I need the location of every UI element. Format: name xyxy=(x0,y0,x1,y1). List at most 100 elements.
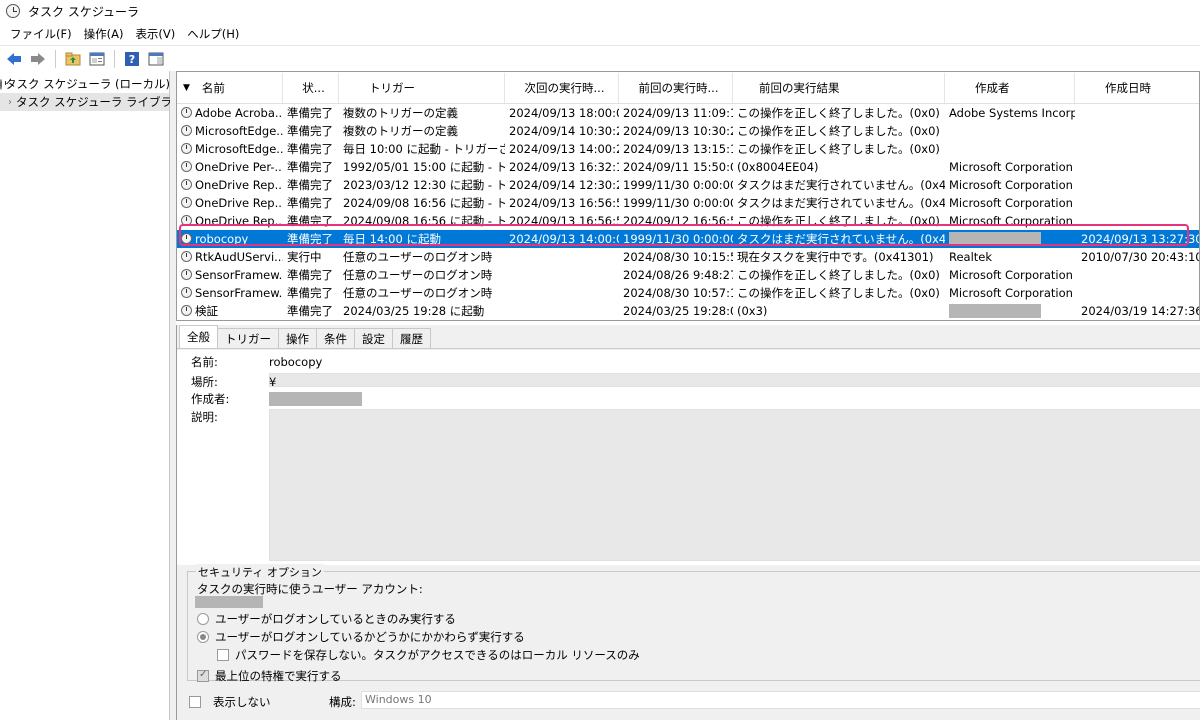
column-header-next-run[interactable]: 次回の実行時... xyxy=(505,73,619,103)
task-trigger-cell: 2023/03/12 12:30 に起動 - トリ... xyxy=(343,178,505,192)
properties-icon[interactable] xyxy=(87,49,107,69)
task-clock-icon xyxy=(181,269,192,280)
task-created-cell: 2024/03/19 14:27:36 xyxy=(1081,304,1199,318)
task-trigger-cell: 2024/09/08 16:56 に起動 - トリ... xyxy=(343,196,505,210)
task-next-cell: 2024/09/14 10:30:20 xyxy=(509,124,619,138)
configure-for-select[interactable]: Windows 10 xyxy=(361,691,1200,709)
task-status-cell: 準備完了 xyxy=(287,214,333,228)
description-field[interactable] xyxy=(269,409,1200,561)
task-row[interactable]: OneDrive Rep... 準備完了 2024/09/08 16:56 に起動 … xyxy=(177,212,1199,230)
task-result-cell: タスクはまだ実行されていません。(0x41303) xyxy=(737,232,945,246)
option-run-whether-logged-on[interactable]: ユーザーがログオンしているかどうかにかかわらず実行する xyxy=(197,629,525,645)
task-row[interactable]: Adobe Acroba... 準備完了 複数のトリガーの定義 2024/09/13 … xyxy=(177,104,1199,122)
task-name-cell: 検証 xyxy=(177,303,283,319)
task-name-cell: robocopy xyxy=(177,232,283,246)
option-run-logged-on[interactable]: ユーザーがログオンしているときのみ実行する xyxy=(197,611,456,627)
sort-down-icon: ▼ xyxy=(183,83,190,93)
task-row[interactable]: robocopy 準備完了 毎日 14:00 に起動 2024/09/13 14:00… xyxy=(177,230,1199,248)
task-row[interactable]: SensorFramew... 準備完了 任意のユーザーのログオン時 2024/08/… xyxy=(177,266,1199,284)
menu-file[interactable]: ファイル(F) xyxy=(4,26,78,42)
task-last-cell: 2024/08/26 9:48:27 xyxy=(623,268,733,282)
task-result-cell: タスクはまだ実行されていません。(0x41303) xyxy=(737,196,945,210)
task-clock-icon xyxy=(181,215,192,226)
toolbar-separator xyxy=(114,49,115,68)
task-last-cell: 2024/08/30 10:15:59 xyxy=(623,250,733,264)
column-header-trigger[interactable]: トリガー xyxy=(339,73,505,103)
task-next-cell: 2024/09/13 14:00:20 xyxy=(509,142,619,156)
task-clock-icon xyxy=(181,161,192,172)
tab-history[interactable]: 履歴 xyxy=(392,328,431,348)
checkbox-highest-privileges[interactable] xyxy=(197,669,209,682)
task-row[interactable]: 検証 準備完了 2024/03/25 19:28 に起動 2024/03/25 19:… xyxy=(177,302,1199,320)
tab-settings[interactable]: 設定 xyxy=(354,328,393,348)
back-arrow-icon[interactable] xyxy=(4,49,24,69)
task-clock-icon xyxy=(181,251,192,262)
menu-help[interactable]: ヘルプ(H) xyxy=(181,26,245,42)
option-highest-privileges[interactable]: 最上位の特権で実行する xyxy=(197,668,342,684)
show-pane-icon[interactable] xyxy=(146,49,166,69)
column-header-last-result[interactable]: 前回の実行結果 xyxy=(733,73,945,103)
folder-up-icon[interactable] xyxy=(63,49,83,69)
author-label: 作成者: xyxy=(191,392,230,406)
task-next-cell: 2024/09/13 16:56:56 xyxy=(509,196,619,210)
checkbox-hidden[interactable] xyxy=(189,696,201,708)
task-scheduler-clock-icon xyxy=(0,78,6,90)
name-row: 名前: robocopy xyxy=(191,354,322,370)
task-author-cell: Microsoft Corporation xyxy=(949,160,1073,174)
task-last-cell: 2024/09/11 15:50:04 xyxy=(623,160,733,174)
task-row[interactable]: RtkAudUServi... 実行中 任意のユーザーのログオン時 2024/08/3… xyxy=(177,248,1199,266)
task-row[interactable]: OneDrive Rep... 準備完了 2024/09/08 16:56 に起動 … xyxy=(177,194,1199,212)
tree-item-library-label: タスク スケジューラ ライブラリ xyxy=(16,95,184,109)
task-name-cell: OneDrive Per-... xyxy=(177,160,283,174)
task-trigger-cell: 毎日 14:00 に起動 xyxy=(343,232,441,246)
menu-action[interactable]: 操作(A) xyxy=(78,26,130,42)
task-clock-icon xyxy=(181,233,192,244)
forward-arrow-icon[interactable] xyxy=(28,49,48,69)
column-header-last-run[interactable]: 前回の実行時... xyxy=(619,73,733,103)
description-label: 説明: xyxy=(191,410,218,424)
location-field-bg xyxy=(269,373,1200,387)
menu-view[interactable]: 表示(V) xyxy=(129,26,181,42)
task-row[interactable]: MicrosoftEdge... 準備完了 複数のトリガーの定義 2024/09/14… xyxy=(177,122,1199,140)
chevron-right-icon[interactable]: › xyxy=(8,97,12,108)
author-redacted xyxy=(949,232,1041,247)
task-last-cell: 1999/11/30 0:00:00 xyxy=(623,178,733,192)
option-hidden[interactable]: 表示しない xyxy=(189,694,271,710)
column-header-status[interactable]: 状... xyxy=(283,73,339,103)
task-row[interactable]: OneDrive Per-... 準備完了 1992/05/01 15:00 に起動… xyxy=(177,158,1199,176)
tab-conditions[interactable]: 条件 xyxy=(316,328,355,348)
column-header-name[interactable]: ▼ 名前 xyxy=(177,73,283,103)
column-header-created[interactable]: 作成日時 xyxy=(1075,73,1199,103)
radio-run-logged-on[interactable] xyxy=(197,613,209,625)
task-status-cell: 準備完了 xyxy=(287,160,333,174)
task-status-cell: 準備完了 xyxy=(287,124,333,138)
task-trigger-cell: 任意のユーザーのログオン時 xyxy=(343,286,493,300)
tab-triggers[interactable]: トリガー xyxy=(217,328,279,348)
task-last-cell: 2024/08/30 10:57:13 xyxy=(623,286,733,300)
option-do-not-store-password[interactable]: パスワードを保存しない。タスクがアクセスできるのはローカル リソースのみ xyxy=(217,647,640,663)
tree-item-local[interactable]: タスク スケジューラ (ローカル) xyxy=(0,75,170,93)
run-as-account-label: タスクの実行時に使うユーザー アカウント: xyxy=(197,582,423,596)
task-row[interactable]: SensorFramew... 準備完了 任意のユーザーのログオン時 2024/08/… xyxy=(177,284,1199,302)
checkbox-do-not-store-password[interactable] xyxy=(217,649,229,661)
column-header-author[interactable]: 作成者 xyxy=(945,73,1075,103)
tab-general[interactable]: 全般 xyxy=(179,325,218,348)
task-trigger-cell: 2024/03/25 19:28 に起動 xyxy=(343,304,485,318)
task-trigger-cell: 2024/09/08 16:56 に起動 - トリ... xyxy=(343,214,505,228)
tab-actions[interactable]: 操作 xyxy=(278,328,317,348)
tree-item-library[interactable]: › タスク スケジューラ ライブラリ xyxy=(0,93,184,111)
name-value[interactable]: robocopy xyxy=(269,355,322,369)
task-result-cell: (0x8004EE04) xyxy=(737,160,819,174)
author-redacted xyxy=(949,304,1041,319)
task-row[interactable]: OneDrive Rep... 準備完了 2023/03/12 12:30 に起動 … xyxy=(177,176,1199,194)
task-name-cell: MicrosoftEdge... xyxy=(177,124,283,138)
task-next-cell: 2024/09/13 18:00:00 xyxy=(509,106,619,120)
help-icon[interactable]: ? xyxy=(122,49,142,69)
task-author-cell: Microsoft Corporation xyxy=(949,196,1073,210)
radio-run-whether-logged-on[interactable] xyxy=(197,631,209,643)
task-detail-pane: 全般 トリガー 操作 条件 設定 履歴 名前: robocopy 場所: ¥ 作… xyxy=(176,325,1200,720)
task-result-cell: この操作を正しく終了しました。(0x0) xyxy=(737,106,940,120)
task-row[interactable]: MicrosoftEdge... 準備完了毎日 10:00 に起動 - トリガーさ… xyxy=(177,140,1199,158)
task-last-cell: 2024/03/25 19:28:00 xyxy=(623,304,733,318)
task-next-cell: 2024/09/13 16:32:11 xyxy=(509,160,619,174)
